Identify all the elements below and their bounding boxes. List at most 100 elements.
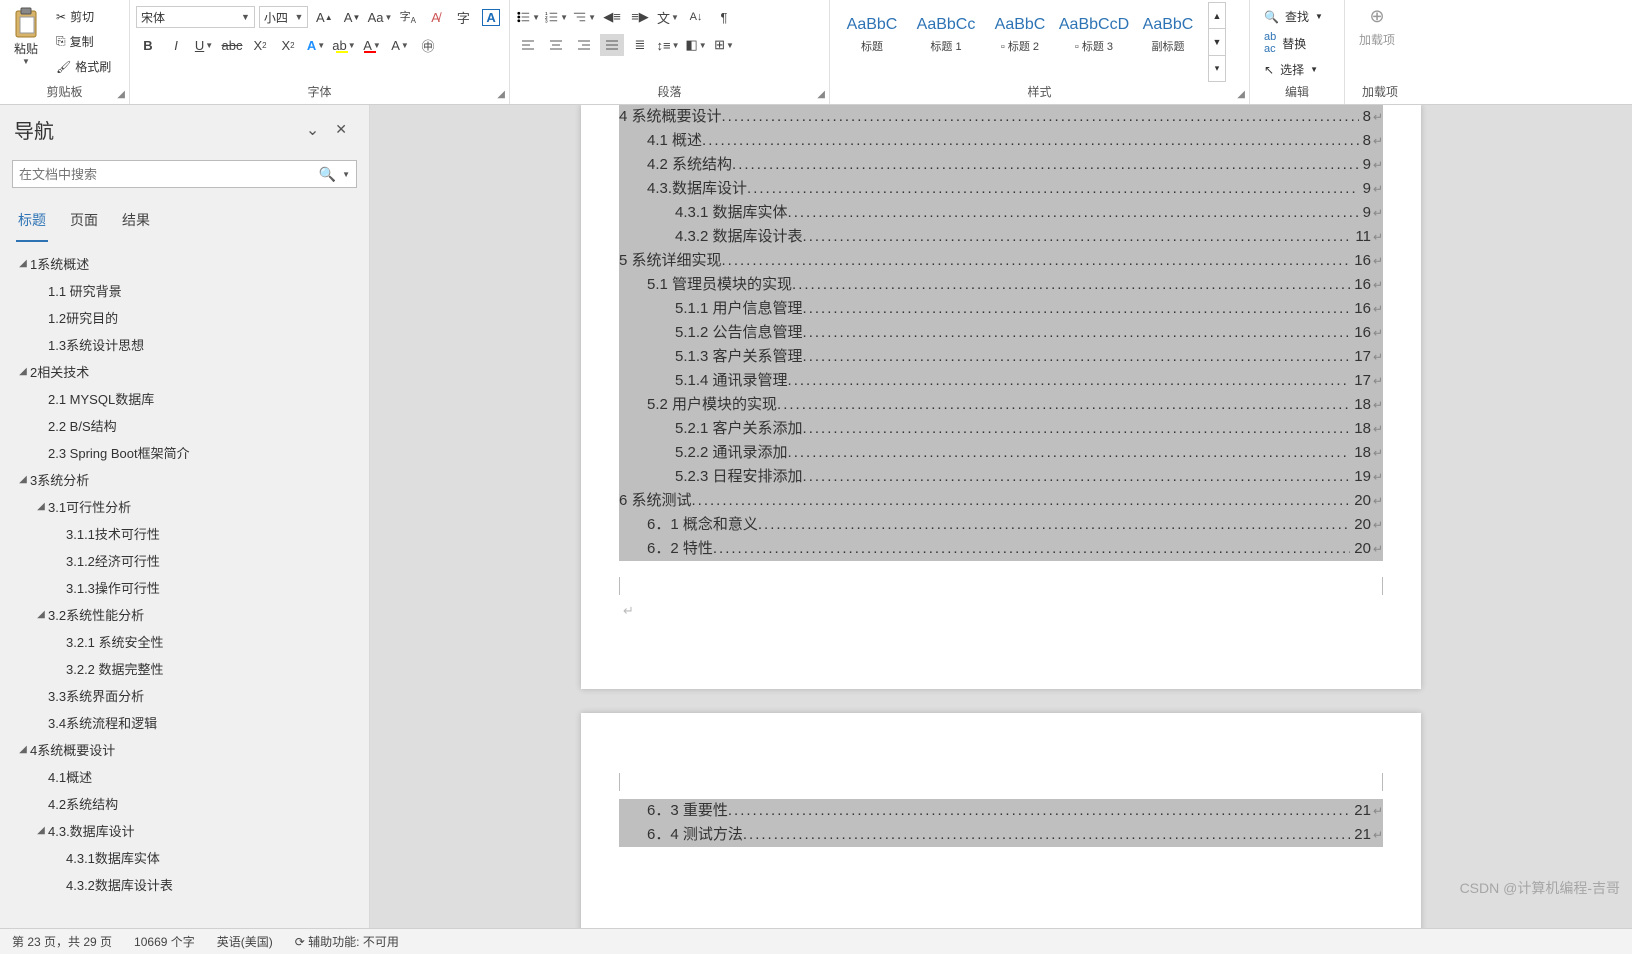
tree-item[interactable]: 3.1.2经济可行性 bbox=[10, 547, 363, 574]
bullets-button[interactable]: ▼ bbox=[516, 6, 540, 28]
nav-close-button[interactable]: ✕ bbox=[327, 117, 355, 142]
font-family-combo[interactable]: 宋体▼ bbox=[136, 6, 255, 28]
tree-item[interactable]: 4.3.1数据库实体 bbox=[10, 844, 363, 871]
replace-button[interactable]: abac替换 bbox=[1260, 29, 1327, 57]
gallery-up-button[interactable]: ▲ bbox=[1209, 3, 1225, 29]
increase-indent-button[interactable]: ≡▶ bbox=[628, 6, 652, 28]
toc-entry[interactable]: 5 系统详细实现 16↵ bbox=[619, 249, 1383, 273]
style-item[interactable]: AaBbCc标题 1 bbox=[910, 6, 982, 64]
status-language[interactable]: 英语(美国) bbox=[217, 933, 273, 950]
align-left-button[interactable] bbox=[516, 34, 540, 56]
tree-item[interactable]: 3.1.3操作可行性 bbox=[10, 574, 363, 601]
font-color-button[interactable]: A▼ bbox=[360, 34, 384, 56]
find-button[interactable]: 🔍查找▼ bbox=[1260, 6, 1327, 27]
paragraph-launcher[interactable]: ◢ bbox=[817, 89, 825, 100]
gallery-down-button[interactable]: ▼ bbox=[1209, 29, 1225, 55]
tree-item[interactable]: ◢1系统概述 bbox=[10, 250, 363, 277]
bold-button[interactable]: B bbox=[136, 34, 160, 56]
shading-button[interactable]: ◧▼ bbox=[684, 34, 708, 56]
enclose-button[interactable]: 字 bbox=[451, 6, 475, 28]
tree-item[interactable]: ◢4系统概要设计 bbox=[10, 736, 363, 763]
align-justify-button[interactable] bbox=[600, 34, 624, 56]
font-launcher[interactable]: ◢ bbox=[497, 89, 505, 100]
toc-entry[interactable]: 4.3.1 数据库实体 9↵ bbox=[619, 201, 1383, 225]
toc-entry[interactable]: 5.1.4 通讯录管理 17↵ bbox=[619, 369, 1383, 393]
addins-button[interactable]: ⊕ 加载项 bbox=[1349, 2, 1405, 52]
select-button[interactable]: ↖选择▼ bbox=[1260, 59, 1327, 80]
toc-entry[interactable]: 6．4 测试方法 21↵ bbox=[619, 823, 1383, 847]
tree-item[interactable]: 2.3 Spring Boot框架简介 bbox=[10, 439, 363, 466]
search-input[interactable] bbox=[19, 167, 315, 182]
align-right-button[interactable] bbox=[572, 34, 596, 56]
style-item[interactable]: AaBbCcD▫ 标题 3 bbox=[1058, 6, 1130, 64]
style-item[interactable]: AaBbC副标题 bbox=[1132, 6, 1204, 64]
tree-item[interactable]: 4.3.2数据库设计表 bbox=[10, 871, 363, 898]
toc-entry[interactable]: 6．1 概念和意义 20↵ bbox=[619, 513, 1383, 537]
status-words[interactable]: 10669 个字 bbox=[134, 933, 195, 950]
tree-item[interactable]: 1.3系统设计思想 bbox=[10, 331, 363, 358]
tab-headings[interactable]: 标题 bbox=[16, 204, 48, 242]
clear-formatting-button[interactable]: A̸ bbox=[424, 6, 448, 28]
toc-entry[interactable]: 4.2 系统结构 9↵ bbox=[619, 153, 1383, 177]
toc-entry[interactable]: 4 系统概要设计 8↵ bbox=[619, 105, 1383, 129]
paste-button[interactable]: 粘贴 ▼ bbox=[4, 2, 48, 70]
toc-entry[interactable]: 4.1 概述 8↵ bbox=[619, 129, 1383, 153]
clipboard-launcher[interactable]: ◢ bbox=[117, 89, 125, 100]
nav-tree[interactable]: ◢1系统概述1.1 研究背景1.2研究目的1.3系统设计思想◢2相关技术2.1 … bbox=[0, 242, 369, 928]
status-accessibility[interactable]: ⟳ 辅助功能: 不可用 bbox=[295, 933, 399, 950]
tree-item[interactable]: ◢3.1可行性分析 bbox=[10, 493, 363, 520]
nav-search-box[interactable]: 🔍▼ bbox=[12, 160, 357, 188]
borders-button[interactable]: ⊞▼ bbox=[712, 34, 736, 56]
tree-item[interactable]: 3.1.1技术可行性 bbox=[10, 520, 363, 547]
toc-entry[interactable]: 5.2 用户模块的实现18↵ bbox=[619, 393, 1383, 417]
search-icon[interactable]: 🔍 bbox=[315, 166, 340, 183]
ribbon-collapse-button[interactable] bbox=[1415, 0, 1429, 104]
style-item[interactable]: AaBbC标题 bbox=[836, 6, 908, 64]
tree-item[interactable]: 4.1概述 bbox=[10, 763, 363, 790]
tree-item[interactable]: ◢4.3.数据库设计 bbox=[10, 817, 363, 844]
tree-item[interactable]: ◢3系统分析 bbox=[10, 466, 363, 493]
italic-button[interactable]: I bbox=[164, 34, 188, 56]
toc-entry[interactable]: 6 系统测试 20↵ bbox=[619, 489, 1383, 513]
cut-button[interactable]: ✂剪切 bbox=[52, 6, 115, 27]
tab-pages[interactable]: 页面 bbox=[68, 204, 100, 242]
toc-entry[interactable]: 5.1 管理员模块的实现 16↵ bbox=[619, 273, 1383, 297]
toc-entry[interactable]: 5.2.1 客户关系添加 18↵ bbox=[619, 417, 1383, 441]
show-marks-button[interactable]: ¶ bbox=[712, 6, 736, 28]
styles-launcher[interactable]: ◢ bbox=[1237, 89, 1245, 100]
tree-item[interactable]: 3.2.1 系统安全性 bbox=[10, 628, 363, 655]
status-page[interactable]: 第 23 页，共 29 页 bbox=[12, 933, 112, 950]
highlight-button[interactable]: ab▼ bbox=[332, 34, 356, 56]
text-effects-button[interactable]: A▼ bbox=[304, 34, 328, 56]
align-center-button[interactable] bbox=[544, 34, 568, 56]
tree-item[interactable]: ◢3.2系统性能分析 bbox=[10, 601, 363, 628]
numbering-button[interactable]: 123▼ bbox=[544, 6, 568, 28]
tab-results[interactable]: 结果 bbox=[120, 204, 152, 242]
font-size-combo[interactable]: 小四▼ bbox=[259, 6, 309, 28]
toc-entry[interactable]: 5.2.3 日程安排添加 19↵ bbox=[619, 465, 1383, 489]
toc-entry[interactable]: 4.3.数据库设计 9↵ bbox=[619, 177, 1383, 201]
strike-button[interactable]: abc bbox=[220, 34, 244, 56]
sort-button[interactable]: A↓ bbox=[684, 6, 708, 28]
subscript-button[interactable]: X2 bbox=[248, 34, 272, 56]
superscript-button[interactable]: X2 bbox=[276, 34, 300, 56]
tree-item[interactable]: 3.4系统流程和逻辑 bbox=[10, 709, 363, 736]
enclose-char-button[interactable]: ㊥ bbox=[416, 34, 440, 56]
underline-button[interactable]: U▼ bbox=[192, 34, 216, 56]
char-border-button[interactable]: A bbox=[479, 6, 503, 28]
distributed-button[interactable]: ≣ bbox=[628, 34, 652, 56]
copy-button[interactable]: ⎘复制 bbox=[52, 31, 115, 52]
tree-item[interactable]: 1.1 研究背景 bbox=[10, 277, 363, 304]
nav-collapse-button[interactable]: ⌄ bbox=[298, 116, 327, 144]
toc-entry[interactable]: 4.3.2 数据库设计表 11↵ bbox=[619, 225, 1383, 249]
toc-entry[interactable]: 6．3 重要性 21↵ bbox=[619, 799, 1383, 823]
toc-entry[interactable]: 6．2 特性 20↵ bbox=[619, 537, 1383, 561]
tree-item[interactable]: 3.2.2 数据完整性 bbox=[10, 655, 363, 682]
style-item[interactable]: AaBbC▫ 标题 2 bbox=[984, 6, 1056, 64]
shrink-font-button[interactable]: A▼ bbox=[340, 6, 364, 28]
tree-item[interactable]: 3.3系统界面分析 bbox=[10, 682, 363, 709]
decrease-indent-button[interactable]: ◀≡ bbox=[600, 6, 624, 28]
line-spacing-button[interactable]: ↕≡▼ bbox=[656, 34, 680, 56]
gallery-more-button[interactable]: ▾ bbox=[1209, 56, 1225, 81]
multilevel-button[interactable]: ▼ bbox=[572, 6, 596, 28]
